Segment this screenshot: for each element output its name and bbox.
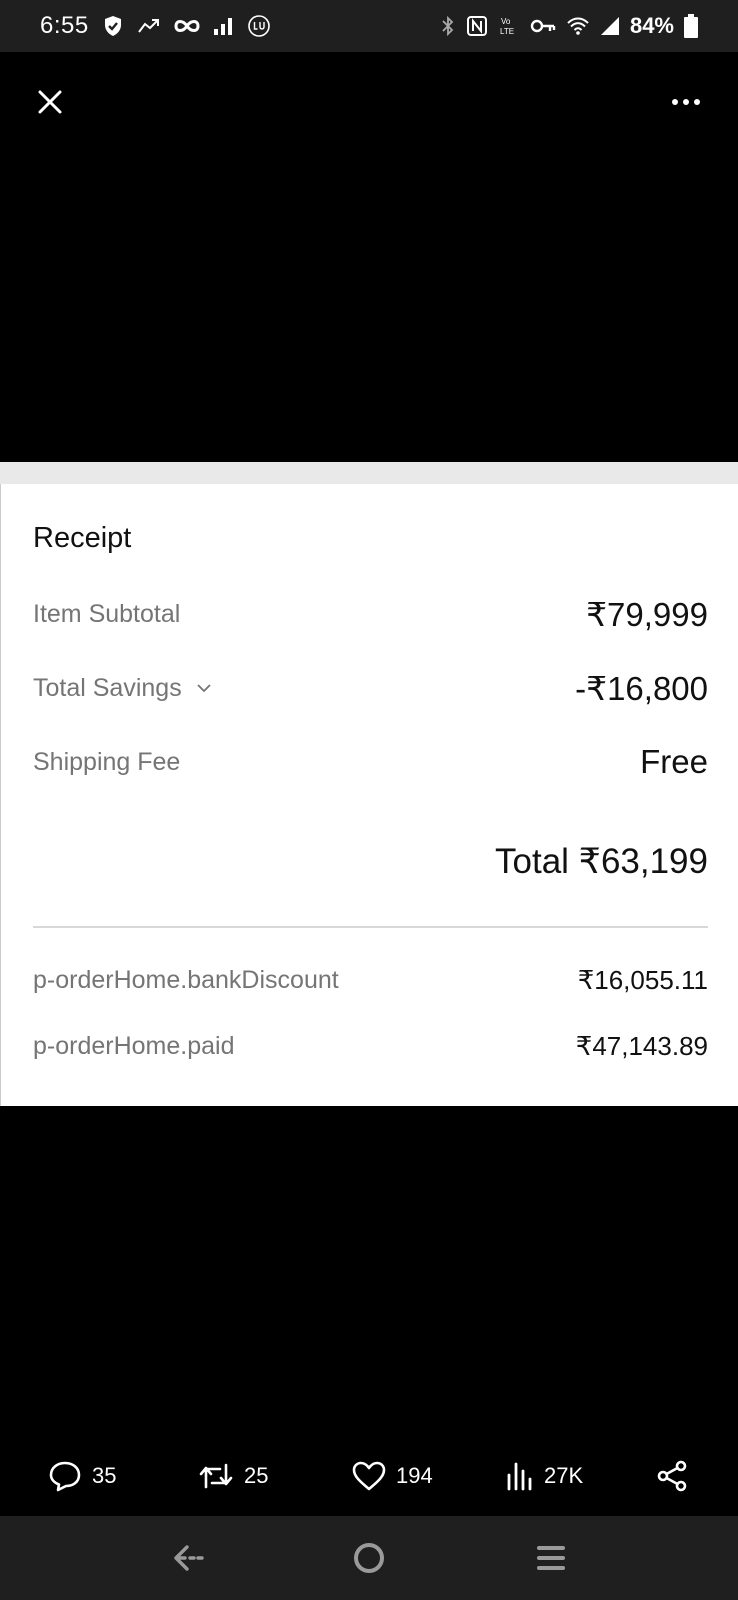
close-icon — [38, 90, 62, 114]
paid-value: ₹47,143.89 — [575, 1030, 708, 1061]
status-bar: 6:55 Vo LTE 84% — [0, 0, 738, 52]
status-right: Vo LTE 84% — [440, 13, 698, 39]
paid-label: p-orderHome.paid — [33, 1031, 235, 1060]
more-horizontal-icon — [672, 99, 700, 105]
bank-discount-row: p-orderHome.bankDiscount ₹16,055.11 — [33, 958, 708, 1002]
total-savings-value: -₹16,800 — [575, 669, 708, 707]
like-count: 194 — [396, 1463, 433, 1488]
shield-check-icon — [101, 14, 125, 38]
item-subtotal-row: Item Subtotal ₹79,999 — [33, 592, 708, 636]
analytics-icon — [507, 1462, 532, 1491]
receipt-total: Total ₹63,199 — [495, 842, 708, 881]
views-button[interactable]: 27K — [506, 1448, 583, 1504]
total-savings-label-wrap: Total Savings — [33, 674, 212, 703]
item-subtotal-label: Item Subtotal — [33, 599, 181, 628]
nav-back-button[interactable] — [167, 1536, 211, 1580]
volte-icon: Vo LTE — [498, 15, 520, 37]
close-button[interactable] — [30, 82, 70, 122]
status-time: 6:55 — [40, 12, 89, 39]
lu-badge-icon — [247, 14, 271, 38]
heart-icon — [352, 1461, 386, 1491]
share-button[interactable] — [656, 1448, 688, 1504]
receipt-image[interactable]: Receipt Item Subtotal ₹79,999 Total Savi… — [0, 462, 738, 1106]
home-circle-icon — [354, 1543, 384, 1573]
svg-text:LTE: LTE — [500, 27, 514, 36]
nav-home-button[interactable] — [347, 1536, 391, 1580]
status-left: 6:55 — [40, 12, 271, 40]
svg-text:Vo: Vo — [501, 17, 511, 26]
chevron-down-icon — [197, 684, 211, 693]
item-subtotal-value: ₹79,999 — [586, 595, 708, 633]
reply-button[interactable]: 35 — [48, 1448, 116, 1504]
battery-percent: 84% — [629, 13, 674, 38]
bank-discount-label: p-orderHome.bankDiscount — [33, 965, 339, 994]
post-action-bar: 35 25 194 27K — [0, 1448, 738, 1504]
receipt-top-strip — [0, 462, 738, 484]
repost-count: 25 — [244, 1463, 269, 1488]
reply-icon — [49, 1461, 81, 1492]
nfc-icon — [466, 15, 488, 37]
total-savings-label: Total Savings — [33, 673, 182, 702]
repost-button[interactable]: 25 — [198, 1448, 268, 1504]
battery-icon — [684, 14, 698, 38]
receipt-title: Receipt — [33, 522, 132, 554]
recents-menu-icon — [537, 1546, 565, 1570]
vpn-key-icon — [530, 17, 556, 35]
views-count: 27K — [544, 1463, 584, 1488]
infinity-icon — [173, 17, 201, 35]
shipping-fee-label: Shipping Fee — [33, 747, 181, 776]
total-savings-row: Total Savings -₹16,800 — [33, 666, 708, 710]
repost-icon — [199, 1463, 233, 1489]
trend-icon — [137, 16, 161, 36]
receipt-divider — [33, 926, 708, 928]
share-icon — [657, 1460, 687, 1492]
receipt-left-edge — [0, 484, 1, 1106]
reply-count: 35 — [92, 1463, 117, 1488]
like-button[interactable]: 194 — [352, 1448, 433, 1504]
shipping-fee-row: Shipping Fee Free — [33, 740, 708, 784]
more-options-button[interactable] — [664, 82, 708, 122]
wifi-icon — [566, 16, 590, 36]
shipping-fee-value: Free — [640, 743, 708, 780]
cell-signal-icon — [600, 16, 620, 36]
viewer-top-bar — [0, 52, 738, 152]
nav-recents-button[interactable] — [529, 1536, 573, 1580]
back-arrow-icon — [174, 1545, 204, 1571]
system-nav-bar — [0, 1516, 738, 1600]
bank-discount-value: ₹16,055.11 — [577, 964, 708, 995]
signal-bars-icon — [213, 16, 235, 36]
bluetooth-icon — [440, 15, 456, 37]
paid-row: p-orderHome.paid ₹47,143.89 — [33, 1024, 708, 1068]
